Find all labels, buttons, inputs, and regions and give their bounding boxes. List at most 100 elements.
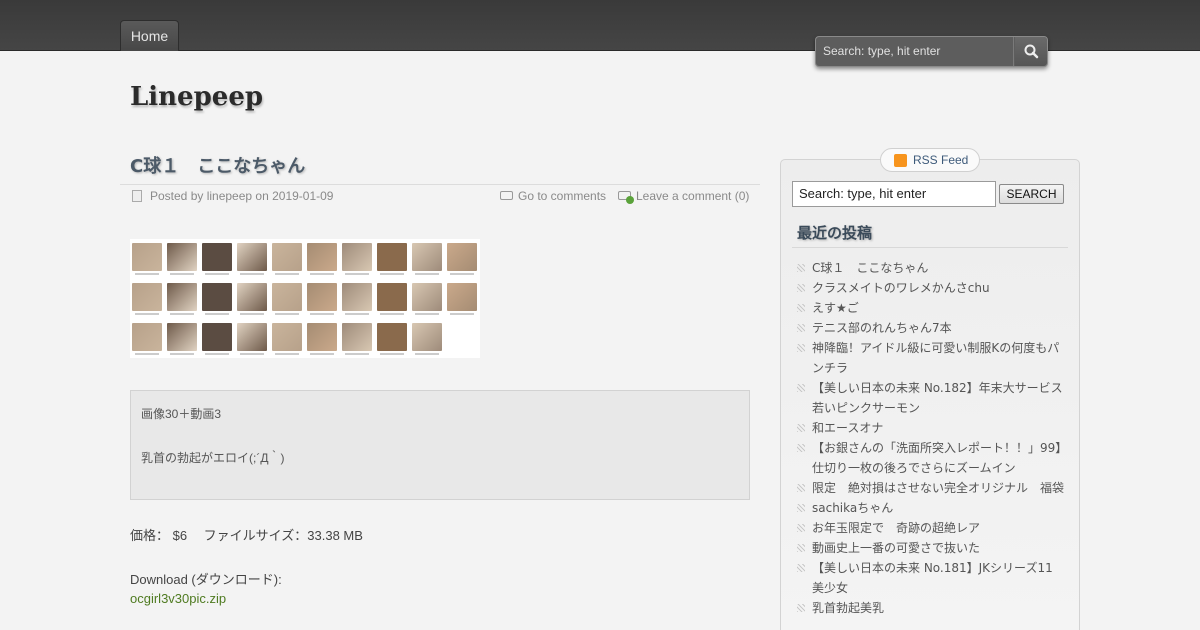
recent-post-item[interactable]: 和エースオナ	[796, 418, 1066, 438]
thumbnail-caption	[345, 353, 369, 355]
thumbnail-caption	[310, 313, 334, 315]
recent-post-item[interactable]: 限定 絶対損はさせない完全オリジナル 福袋	[796, 478, 1066, 498]
recent-post-link[interactable]: 限定 絶対損はさせない完全オリジナル 福袋	[812, 478, 1066, 498]
post-meta: Posted by linepeep on 2019-01-09 Go to c…	[120, 184, 760, 208]
recent-post-link[interactable]: えす★ご	[812, 298, 1066, 318]
recent-post-link[interactable]: 和エースオナ	[812, 418, 1066, 438]
thumbnail	[202, 323, 232, 351]
post-description-box: 画像30＋動画3 乳首の勃起がエロイ(;´Д｀)	[130, 390, 750, 500]
recent-post-item[interactable]: えす★ご	[796, 298, 1066, 318]
thumbnail	[342, 323, 372, 351]
document-icon	[132, 190, 142, 202]
bullet-icon	[797, 604, 805, 612]
thumbnail-caption	[310, 273, 334, 275]
recent-post-link[interactable]: クラスメイトのワレメかんさchu	[812, 278, 1066, 298]
thumbnail	[132, 243, 162, 271]
recent-post-link[interactable]: C球１ ここなちゃん	[812, 258, 1066, 278]
thumbnail	[272, 283, 302, 311]
thumbnail-caption	[415, 313, 439, 315]
thumbnail-caption	[135, 353, 159, 355]
thumbnail-caption	[170, 273, 194, 275]
thumbnail	[237, 283, 267, 311]
thumbnail	[167, 243, 197, 271]
rss-icon	[894, 154, 907, 167]
post-byline: Posted by linepeep on 2019-01-09	[150, 189, 334, 203]
recent-post-item[interactable]: クラスメイトのワレメかんさchu	[796, 278, 1066, 298]
thumbnail	[132, 323, 162, 351]
thumbnail	[237, 323, 267, 351]
thumbnail	[307, 243, 337, 271]
go-to-comments-link[interactable]: Go to comments	[518, 189, 606, 203]
recent-post-item[interactable]: お年玉限定で 奇跡の超絶レア	[796, 518, 1066, 538]
thumbnail	[167, 323, 197, 351]
leave-comment-link[interactable]: Leave a comment (0)	[636, 189, 749, 203]
bullet-icon	[797, 344, 805, 352]
recent-post-item[interactable]: 【お銀さんの「洗面所突入レポート！！」99】仕切り一枚の後ろでさらにズームイン	[796, 438, 1066, 478]
thumbnail	[447, 243, 477, 271]
recent-post-link[interactable]: sachikaちゃん	[812, 498, 1066, 518]
thumbnail	[377, 243, 407, 271]
thumbnail	[447, 283, 477, 311]
recent-post-item[interactable]: 乳首勃起美乳	[796, 598, 1066, 618]
thumbnail	[377, 283, 407, 311]
bullet-icon	[797, 384, 805, 392]
plus-icon	[626, 196, 634, 204]
nav-home-tab[interactable]: Home	[120, 20, 179, 51]
thumbnail	[272, 243, 302, 271]
recent-post-link[interactable]: お年玉限定で 奇跡の超絶レア	[812, 518, 1066, 538]
site-title[interactable]: Linepeep	[130, 82, 263, 112]
thumbnail-caption	[380, 273, 404, 275]
thumbnail	[377, 323, 407, 351]
recent-post-link[interactable]: 動画史上一番の可愛さで抜いた	[812, 538, 1066, 558]
recent-post-link[interactable]: 【美しい日本の未来 No.181】JKシリーズ11 美少女	[812, 558, 1066, 598]
thumbnail	[167, 283, 197, 311]
thumbnail-caption	[415, 353, 439, 355]
thumbnail	[412, 283, 442, 311]
thumbnail-caption	[170, 313, 194, 315]
rss-label: RSS Feed	[913, 153, 969, 167]
recent-post-link[interactable]: 【お銀さんの「洗面所突入レポート！！」99】仕切り一枚の後ろでさらにズームイン	[812, 438, 1066, 478]
description-line: 画像30＋動画3	[141, 407, 222, 421]
search-icon	[1024, 44, 1039, 59]
recent-posts-list: C球１ ここなちゃん クラスメイトのワレメかんさchu えす★ご テニス部のれんちゃん…	[796, 258, 1075, 618]
thumbnail	[412, 243, 442, 271]
recent-post-item[interactable]: 神降臨！アイドル級に可愛い制服Kの何度もパンチラ	[796, 338, 1066, 378]
recent-post-item[interactable]: テニス部のれんちゃん7本	[796, 318, 1066, 338]
recent-post-item[interactable]: 【美しい日本の未来 No.182】年末大サービス 若いピンクサーモン	[796, 378, 1075, 418]
thumbnail-caption	[135, 273, 159, 275]
thumbnail-caption	[275, 273, 299, 275]
rss-feed-link[interactable]: RSS Feed	[880, 148, 980, 172]
thumbnail-grid-image[interactable]	[130, 239, 480, 358]
sidebar-search-input[interactable]: Search: type, hit enter	[792, 181, 996, 207]
header-search-input[interactable]: Search: type, hit enter	[816, 37, 1014, 66]
recent-post-link[interactable]: 神降臨！アイドル級に可愛い制服Kの何度もパンチラ	[812, 338, 1066, 378]
recent-post-item[interactable]: 【美しい日本の未来 No.181】JKシリーズ11 美少女	[796, 558, 1066, 598]
thumbnail	[202, 283, 232, 311]
top-navigation-bar: Home Search: type, hit enter	[0, 0, 1200, 67]
header-search-box[interactable]: Search: type, hit enter	[815, 36, 1048, 67]
bullet-icon	[797, 484, 805, 492]
recent-post-link[interactable]: 【美しい日本の未来 No.182】年末大サービス 若いピンクサーモン	[812, 378, 1075, 418]
thumbnail	[342, 243, 372, 271]
bullet-icon	[797, 304, 805, 312]
recent-post-item[interactable]: 動画史上一番の可愛さで抜いた	[796, 538, 1066, 558]
recent-post-link[interactable]: テニス部のれんちゃん7本	[812, 318, 1066, 338]
thumbnail-caption	[240, 353, 264, 355]
bullet-icon	[797, 524, 805, 532]
thumbnail	[237, 243, 267, 271]
bullet-icon	[797, 324, 805, 332]
thumbnail	[272, 323, 302, 351]
recent-post-item[interactable]: C球１ ここなちゃん	[796, 258, 1066, 278]
header-search-button[interactable]	[1015, 37, 1047, 66]
recent-post-item[interactable]: sachikaちゃん	[796, 498, 1066, 518]
post-title[interactable]: C球１ ここなちゃん	[130, 152, 305, 178]
recent-post-link[interactable]: 乳首勃起美乳	[812, 598, 1066, 618]
thumbnail-caption	[345, 313, 369, 315]
download-link[interactable]: ocgirl3v30pic.zip	[130, 591, 226, 606]
sidebar-search-button[interactable]: SEARCH	[999, 184, 1064, 204]
bullet-icon	[797, 424, 805, 432]
thumbnail	[307, 323, 337, 351]
thumbnail-caption	[205, 313, 229, 315]
bullet-icon	[797, 264, 805, 272]
bullet-icon	[797, 504, 805, 512]
